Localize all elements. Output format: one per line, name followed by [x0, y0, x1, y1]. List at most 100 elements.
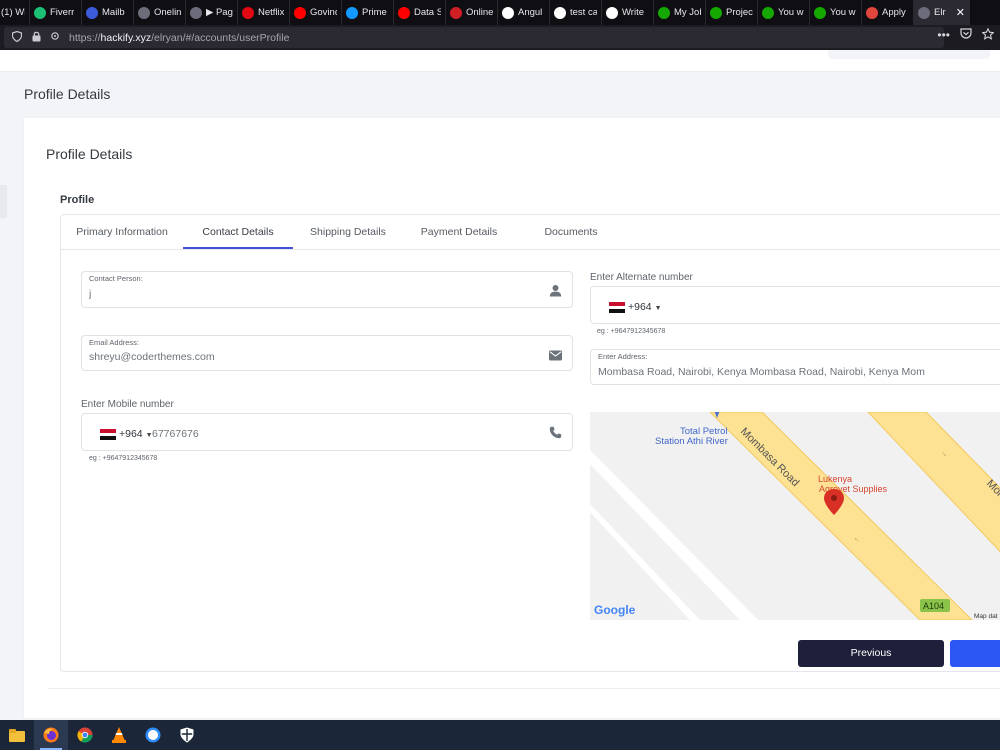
- mobile-dial-code[interactable]: +964 ▼: [119, 428, 153, 440]
- alternate-hint: eg : +9647912345678: [597, 328, 666, 335]
- browser-tab-label: Online: [466, 7, 493, 18]
- youtube-icon: [398, 6, 410, 19]
- browser-tab[interactable]: Fiverr: [30, 0, 82, 25]
- upwork-icon: [710, 6, 722, 19]
- browser-tab[interactable]: Data S: [394, 0, 446, 25]
- file-explorer-icon[interactable]: [0, 720, 34, 750]
- contact-person-input[interactable]: j: [89, 288, 91, 300]
- user-icon: [549, 284, 563, 298]
- netflix-icon: [242, 6, 254, 19]
- pocket-icon[interactable]: [960, 28, 972, 43]
- security-app-icon[interactable]: [170, 720, 204, 750]
- iraq-flag-icon[interactable]: [609, 302, 625, 314]
- email-field[interactable]: Email Address: shreyu@coderthemes.com: [81, 335, 573, 371]
- sidebar-edge: [0, 185, 7, 218]
- browser-tab-label: Mailb: [102, 7, 125, 18]
- mobile-hint: eg : +9647912345678: [89, 455, 158, 462]
- bookmark-star-icon[interactable]: [981, 27, 995, 43]
- browser-tab[interactable]: My Job: [654, 0, 706, 25]
- browser-tab[interactable]: Elr ✕: [914, 0, 970, 25]
- iraq-flag-icon[interactable]: [100, 429, 116, 441]
- browser-tab[interactable]: Onelin: [134, 0, 186, 25]
- card-divider: [48, 688, 1000, 689]
- profile-card: Profile Details Profile Primary Informat…: [24, 118, 1000, 718]
- browser-tab-label: (1) Wh: [1, 7, 25, 18]
- card-title: Profile Details: [46, 146, 133, 162]
- browser-tab[interactable]: Angul: [498, 0, 550, 25]
- page-icon: [138, 6, 150, 19]
- browser-tab-label: Data S: [414, 7, 441, 18]
- browser-tab[interactable]: You w: [758, 0, 810, 25]
- location-map[interactable]: ← → Mombasa Road Mom Total Petrol Statio…: [590, 412, 1000, 620]
- coursera-icon: [450, 6, 462, 19]
- phone-icon: [549, 426, 563, 440]
- tab-shipping-details[interactable]: Shipping Details: [293, 215, 403, 250]
- tab-documents[interactable]: Documents: [516, 215, 626, 250]
- browser-tab-label: Govind: [310, 7, 337, 18]
- page-actions-icon[interactable]: •••: [937, 28, 950, 43]
- browser-tab[interactable]: (1) Wh: [0, 0, 30, 25]
- browser-tab[interactable]: Mailb: [82, 0, 134, 25]
- browser-tab-bar: (1) Wh Fiverr Mailb Onelin ▶ Pag Netflix Govin…: [0, 0, 1000, 25]
- browser-tab-label: You w: [778, 7, 804, 18]
- next-button[interactable]: [950, 640, 1000, 667]
- address-field[interactable]: Enter Address: Mombasa Road, Nairobi, Ke…: [590, 349, 1000, 385]
- email-label: Email Address:: [89, 338, 140, 347]
- previous-button[interactable]: Previous: [798, 640, 944, 667]
- browser-tab[interactable]: You w: [810, 0, 862, 25]
- permissions-icon[interactable]: [49, 31, 61, 44]
- alternate-field[interactable]: +964 ▼: [590, 286, 1000, 324]
- lock-icon[interactable]: [30, 31, 42, 45]
- alternate-label: Enter Alternate number: [590, 272, 693, 283]
- map-attribution[interactable]: Map dat: [974, 613, 998, 620]
- chevron-down-icon: ▼: [654, 305, 662, 312]
- app-topbar: [0, 50, 1000, 72]
- alternate-dial-code[interactable]: +964 ▼: [628, 301, 662, 313]
- prime-icon: [346, 6, 358, 19]
- browser-tab[interactable]: Write: [602, 0, 654, 25]
- browser-tab[interactable]: test ca: [550, 0, 602, 25]
- fiverr-icon: [34, 6, 46, 19]
- os-taskbar: [0, 720, 1000, 750]
- browser-tab[interactable]: Projec: [706, 0, 758, 25]
- url-text[interactable]: https://hackify.xyz/elryan/#/accounts/us…: [69, 32, 289, 44]
- browser-tab[interactable]: Online: [446, 0, 498, 25]
- firefox-icon[interactable]: [34, 720, 68, 750]
- browser-tab[interactable]: Govind: [290, 0, 342, 25]
- browser-tab[interactable]: Netflix: [238, 0, 290, 25]
- email-input[interactable]: shreyu@coderthemes.com: [89, 351, 215, 363]
- tab-close-icon[interactable]: ✕: [956, 6, 965, 19]
- chrome-icon[interactable]: [68, 720, 102, 750]
- browser-tab[interactable]: Prime: [342, 0, 394, 25]
- tracking-shield-icon[interactable]: [11, 30, 23, 45]
- address-input[interactable]: Mombasa Road, Nairobi, Kenya Mombasa Roa…: [598, 366, 1000, 378]
- tab-primary-information[interactable]: Primary Information: [67, 215, 177, 250]
- upwork-icon: [762, 6, 774, 19]
- page-icon: [190, 6, 202, 19]
- browser-tab-label: You w: [830, 7, 856, 18]
- page-title: Profile Details: [24, 86, 111, 102]
- poi-label-lukenya[interactable]: Lukenya: [818, 474, 852, 484]
- browser-tab[interactable]: ▶ Pag: [186, 0, 238, 25]
- browser-tab-label: Fiverr: [50, 7, 75, 18]
- tab-payment-details[interactable]: Payment Details: [404, 215, 514, 250]
- mobile-field[interactable]: +964 ▼ 67767676: [81, 413, 573, 451]
- browser-toolbar: https://hackify.xyz/elryan/#/accounts/us…: [0, 25, 1000, 50]
- browser-tab-label: Projec: [726, 7, 753, 18]
- poi-label-total-2[interactable]: Station Athi River: [655, 436, 728, 447]
- address-bar[interactable]: https://hackify.xyz/elryan/#/accounts/us…: [4, 27, 944, 48]
- browser-tab-label: test ca: [570, 7, 597, 18]
- vlc-icon[interactable]: [102, 720, 136, 750]
- contact-person-field[interactable]: Contact Person: j: [81, 271, 573, 308]
- mobile-input[interactable]: 67767676: [152, 428, 199, 440]
- medium-icon: [502, 6, 514, 19]
- chat-app-icon[interactable]: [136, 720, 170, 750]
- browser-tab[interactable]: Apply: [862, 0, 914, 25]
- browser-tab-label: Write: [622, 7, 644, 18]
- section-label: Profile: [60, 194, 95, 206]
- browser-tab-label: My Job: [674, 7, 701, 18]
- upwork-icon: [658, 6, 670, 19]
- tab-contact-details[interactable]: Contact Details: [183, 215, 293, 249]
- topbar-search[interactable]: [828, 50, 990, 59]
- google-icon: [554, 6, 566, 19]
